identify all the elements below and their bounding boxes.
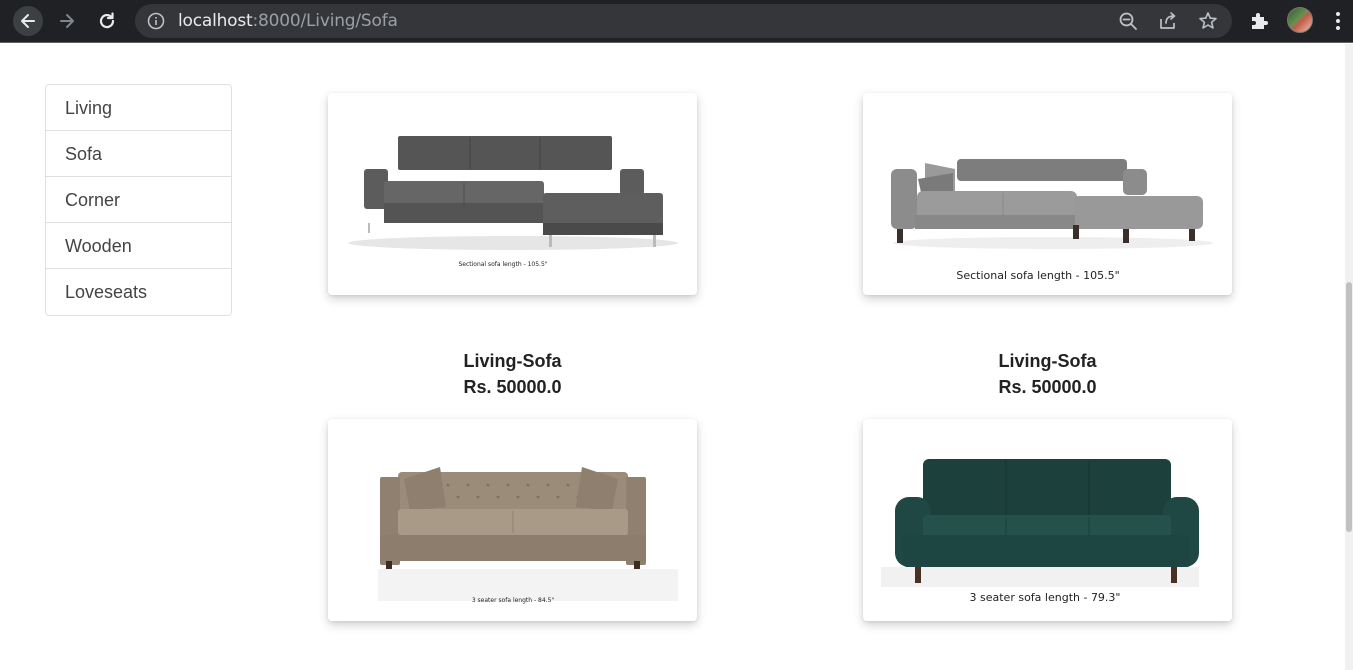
- sidebar-item-loveseats[interactable]: Loveseats: [46, 269, 231, 315]
- image-caption: 3 seater sofa length - 79.3": [969, 591, 1121, 604]
- profile-avatar[interactable]: [1287, 7, 1313, 33]
- zoom-icon[interactable]: [1118, 11, 1138, 31]
- forward-button[interactable]: [52, 6, 82, 36]
- arrow-left-icon: [21, 14, 35, 28]
- star-icon[interactable]: [1198, 11, 1218, 31]
- sidebar-item-corner[interactable]: Corner: [46, 177, 231, 223]
- back-button[interactable]: [13, 6, 43, 36]
- sidebar-item-living[interactable]: Living: [46, 85, 231, 131]
- more-vert-icon[interactable]: [1326, 9, 1350, 33]
- url-path: :8000/Living/Sofa: [252, 11, 398, 31]
- product-card[interactable]: 3 seater sofa length - 79.3": [863, 419, 1232, 621]
- product-card[interactable]: Sectional sofa length - 105.5": [328, 93, 697, 295]
- sofa-image: [378, 467, 678, 601]
- image-caption: Sectional sofa length - 105.5": [956, 269, 1120, 282]
- share-icon[interactable]: [1158, 11, 1178, 31]
- sofa-image: [891, 159, 1213, 249]
- sidebar-item-wooden[interactable]: Wooden: [46, 223, 231, 269]
- url-text: localhost:8000/Living/Sofa: [178, 11, 398, 31]
- product-price: Rs. 50000.0: [463, 377, 562, 397]
- category-list: Living Sofa Corner Wooden Loveseats: [45, 84, 232, 316]
- product-info: Living-Sofa Rs. 50000.0: [863, 348, 1232, 400]
- image-caption: 3 seater sofa length - 84.5": [471, 597, 555, 604]
- address-bar[interactable]: localhost:8000/Living/Sofa: [135, 4, 1232, 38]
- url-host: localhost: [178, 11, 253, 31]
- product-name: Living-Sofa: [463, 351, 562, 371]
- browser-toolbar: localhost:8000/Living/Sofa: [0, 0, 1353, 43]
- product-name: Living-Sofa: [998, 351, 1097, 371]
- product-card[interactable]: Sectional sofa length - 105.5": [863, 93, 1232, 295]
- reload-icon: [99, 12, 115, 29]
- product-card[interactable]: 3 seater sofa length - 84.5": [328, 419, 697, 621]
- info-icon[interactable]: [147, 12, 165, 30]
- product-info: Living-Sofa Rs. 50000.0: [328, 348, 697, 400]
- product-price: Rs. 50000.0: [998, 377, 1097, 397]
- page-content: Living Sofa Corner Wooden Loveseats Sect…: [0, 44, 1353, 670]
- image-caption: Sectional sofa length - 105.5": [458, 261, 548, 268]
- extensions-icon[interactable]: [1248, 9, 1270, 31]
- reload-button[interactable]: [92, 6, 122, 36]
- sidebar-item-sofa[interactable]: Sofa: [46, 131, 231, 177]
- scrollbar-thumb[interactable]: [1346, 282, 1352, 532]
- arrow-right-icon: [60, 14, 74, 28]
- scrollbar[interactable]: [1345, 44, 1353, 670]
